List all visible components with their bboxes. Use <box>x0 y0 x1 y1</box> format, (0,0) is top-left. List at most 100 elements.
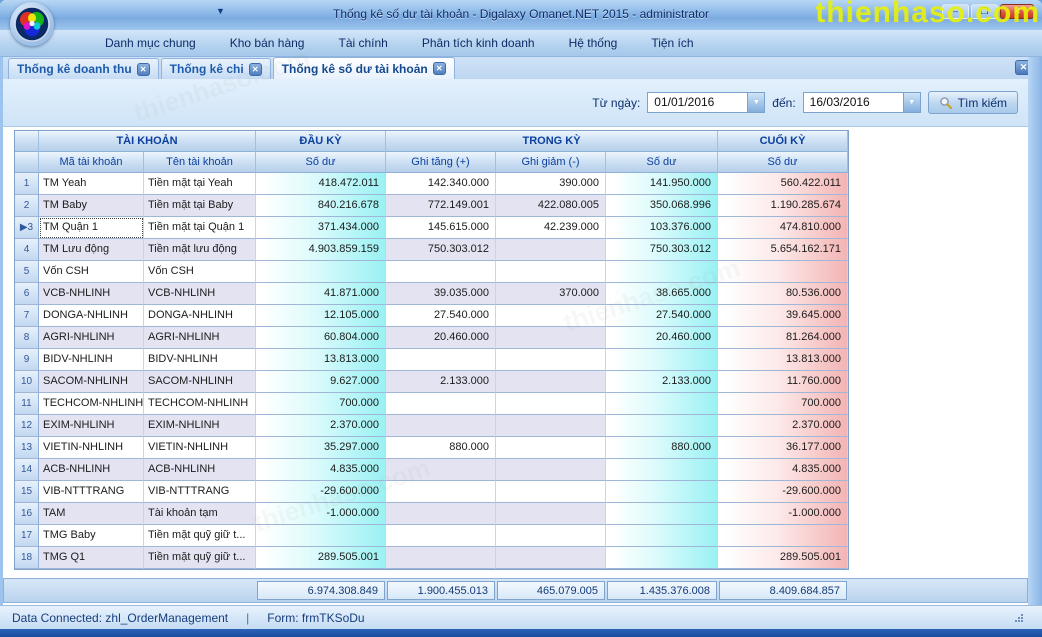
cell-period-balance[interactable] <box>606 415 718 437</box>
cell-period-balance[interactable] <box>606 547 718 569</box>
cell-account-code[interactable]: TM Lưu động <box>39 239 144 261</box>
resize-grip[interactable] <box>1014 612 1024 626</box>
cell-account-name[interactable]: Tiền mặt tại Baby <box>144 195 256 217</box>
cell-account-code[interactable]: TM Yeah <box>39 173 144 195</box>
cell-period-balance[interactable]: 20.460.000 <box>606 327 718 349</box>
group-header-period[interactable]: TRONG KỲ <box>386 131 718 152</box>
row-selector-arrow-icon[interactable]: ▶3 <box>15 217 39 239</box>
tab-close-icon[interactable]: ✕ <box>249 63 262 76</box>
column-header-name[interactable]: Tên tài khoản <box>144 152 256 173</box>
cell-account-code[interactable]: BIDV-NHLINH <box>39 349 144 371</box>
cell-increase[interactable]: 880.000 <box>386 437 496 459</box>
cell-account-name[interactable]: BIDV-NHLINH <box>144 349 256 371</box>
chevron-down-icon[interactable]: ▼ <box>747 93 764 112</box>
row-number[interactable]: 2 <box>15 195 39 217</box>
cell-closing-balance[interactable]: 560.422.011 <box>718 173 848 195</box>
menu-phan-tich-kinh-doanh[interactable]: Phân tích kinh doanh <box>405 36 552 50</box>
cell-decrease[interactable]: 390.000 <box>496 173 606 195</box>
row-number[interactable]: 11 <box>15 393 39 415</box>
cell-increase[interactable] <box>386 349 496 371</box>
cell-account-name[interactable]: Tiền mặt quỹ giữ t... <box>144 547 256 569</box>
tab-thong-ke-doanh-thu[interactable]: Thống kê doanh thu ✕ <box>8 58 159 79</box>
row-number[interactable]: 17 <box>15 525 39 547</box>
row-number[interactable]: 13 <box>15 437 39 459</box>
group-header-account[interactable]: TÀI KHOẢN <box>39 131 256 152</box>
cell-closing-balance[interactable]: 289.505.001 <box>718 547 848 569</box>
cell-account-name[interactable]: Tiền mặt quỹ giữ t... <box>144 525 256 547</box>
cell-period-balance[interactable] <box>606 349 718 371</box>
cell-closing-balance[interactable]: 4.835.000 <box>718 459 848 481</box>
cell-increase[interactable] <box>386 459 496 481</box>
cell-increase[interactable] <box>386 525 496 547</box>
cell-decrease[interactable]: 422.080.005 <box>496 195 606 217</box>
cell-increase[interactable] <box>386 393 496 415</box>
cell-account-name[interactable]: VIB-NTTTRANG <box>144 481 256 503</box>
cell-account-code[interactable]: VIETIN-NHLINH <box>39 437 144 459</box>
cell-increase[interactable] <box>386 415 496 437</box>
cell-decrease[interactable] <box>496 437 606 459</box>
tab-thong-ke-so-du-tai-khoan[interactable]: Thống kê số dư tài khoản ✕ <box>273 57 455 79</box>
cell-opening-balance[interactable] <box>256 261 386 283</box>
cell-increase[interactable] <box>386 503 496 525</box>
cell-opening-balance[interactable]: 4.903.859.159 <box>256 239 386 261</box>
cell-period-balance[interactable]: 2.133.000 <box>606 371 718 393</box>
cell-account-code[interactable]: SACOM-NHLINH <box>39 371 144 393</box>
tab-close-icon[interactable]: ✕ <box>433 62 446 75</box>
cell-account-code[interactable]: TMG Baby <box>39 525 144 547</box>
cell-account-name[interactable]: Tiền mặt tại Quận 1 <box>144 217 256 239</box>
cell-account-name[interactable]: Tiền mặt lưu động <box>144 239 256 261</box>
app-orb-logo-icon[interactable] <box>10 2 54 46</box>
cell-opening-balance[interactable] <box>256 525 386 547</box>
menu-danh-muc-chung[interactable]: Danh mục chung <box>88 36 213 50</box>
cell-closing-balance[interactable]: 81.264.000 <box>718 327 848 349</box>
cell-opening-balance[interactable]: 418.472.011 <box>256 173 386 195</box>
cell-opening-balance[interactable]: 41.871.000 <box>256 283 386 305</box>
cell-increase[interactable] <box>386 481 496 503</box>
cell-period-balance[interactable] <box>606 261 718 283</box>
cell-account-code[interactable]: VIB-NTTTRANG <box>39 481 144 503</box>
row-number[interactable]: 15 <box>15 481 39 503</box>
column-header-code[interactable]: Mã tài khoản <box>39 152 144 173</box>
row-number[interactable]: 6 <box>15 283 39 305</box>
cell-decrease[interactable] <box>496 327 606 349</box>
cell-period-balance[interactable]: 750.303.012 <box>606 239 718 261</box>
cell-closing-balance[interactable] <box>718 261 848 283</box>
column-header-closing-balance[interactable]: Số dư <box>718 152 848 173</box>
cell-account-code[interactable]: DONGA-NHLINH <box>39 305 144 327</box>
cell-decrease[interactable] <box>496 481 606 503</box>
cell-closing-balance[interactable]: 700.000 <box>718 393 848 415</box>
cell-opening-balance[interactable]: 289.505.001 <box>256 547 386 569</box>
cell-opening-balance[interactable]: 35.297.000 <box>256 437 386 459</box>
cell-account-code[interactable]: TMG Q1 <box>39 547 144 569</box>
cell-period-balance[interactable]: 141.950.000 <box>606 173 718 195</box>
cell-period-balance[interactable] <box>606 481 718 503</box>
cell-account-name[interactable]: Vốn CSH <box>144 261 256 283</box>
cell-period-balance[interactable] <box>606 459 718 481</box>
cell-closing-balance[interactable]: 11.760.000 <box>718 371 848 393</box>
menu-he-thong[interactable]: Hệ thống <box>552 36 635 50</box>
cell-decrease[interactable] <box>496 503 606 525</box>
cell-decrease[interactable]: 42.239.000 <box>496 217 606 239</box>
cell-increase[interactable]: 772.149.001 <box>386 195 496 217</box>
row-number[interactable]: 9 <box>15 349 39 371</box>
search-button[interactable]: Tìm kiếm <box>928 91 1018 114</box>
column-header-opening-balance[interactable]: Số dư <box>256 152 386 173</box>
cell-account-name[interactable]: Tiền mặt tại Yeah <box>144 173 256 195</box>
cell-increase[interactable] <box>386 261 496 283</box>
cell-closing-balance[interactable]: 5.654.162.171 <box>718 239 848 261</box>
menu-kho-ban-hang[interactable]: Kho bán hàng <box>213 36 322 50</box>
column-header-decrease[interactable]: Ghi giảm (-) <box>496 152 606 173</box>
cell-period-balance[interactable] <box>606 503 718 525</box>
from-date-picker[interactable]: 01/01/2016 ▼ <box>647 92 765 113</box>
cell-opening-balance[interactable]: 13.813.000 <box>256 349 386 371</box>
cell-increase[interactable]: 750.303.012 <box>386 239 496 261</box>
column-header-increase[interactable]: Ghi tăng (+) <box>386 152 496 173</box>
menu-tai-chinh[interactable]: Tài chính <box>321 36 404 50</box>
cell-account-name[interactable]: DONGA-NHLINH <box>144 305 256 327</box>
cell-decrease[interactable] <box>496 415 606 437</box>
cell-account-code[interactable]: AGRI-NHLINH <box>39 327 144 349</box>
row-number[interactable]: 4 <box>15 239 39 261</box>
cell-closing-balance[interactable]: 474.810.000 <box>718 217 848 239</box>
cell-period-balance[interactable]: 103.376.000 <box>606 217 718 239</box>
cell-account-name[interactable]: Tài khoản tạm <box>144 503 256 525</box>
